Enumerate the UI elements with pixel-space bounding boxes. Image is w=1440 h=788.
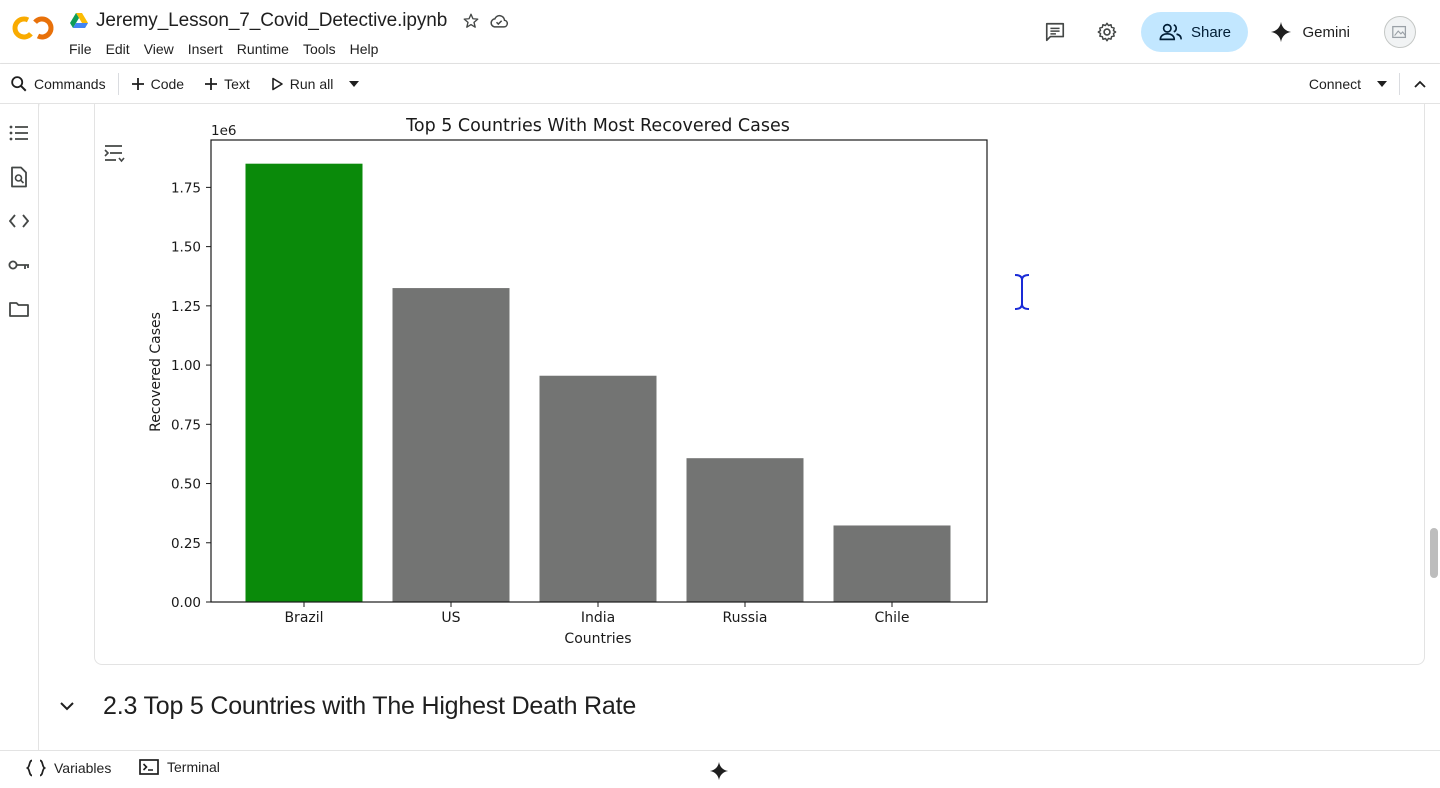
chevron-up-icon bbox=[1414, 80, 1426, 88]
notebook-toolbar: Commands Code Text Run all Connect bbox=[0, 64, 1440, 104]
commands-button[interactable]: Commands bbox=[0, 68, 116, 100]
variables-label: Variables bbox=[54, 760, 112, 776]
account-avatar[interactable] bbox=[1384, 16, 1416, 48]
run-all-button[interactable]: Run all bbox=[260, 68, 344, 100]
bar-india bbox=[539, 375, 657, 602]
x-tick-label-us: US bbox=[441, 610, 460, 626]
colab-logo[interactable] bbox=[12, 14, 54, 42]
y-tick-label: 1.00 bbox=[171, 358, 201, 374]
output-actions-icon[interactable] bbox=[102, 142, 128, 166]
collapse-section-chevron-icon[interactable] bbox=[54, 693, 80, 719]
y-tick-label: 0.75 bbox=[171, 417, 201, 433]
terminal-icon bbox=[139, 759, 159, 775]
y-tick-label: 0.00 bbox=[171, 595, 201, 611]
run-all-label: Run all bbox=[289, 75, 334, 92]
x-axis-label: Countries bbox=[564, 631, 631, 647]
left-sidebar bbox=[0, 104, 39, 750]
comments-icon[interactable] bbox=[1035, 12, 1075, 52]
star-icon[interactable] bbox=[461, 11, 481, 31]
add-text-label: Text bbox=[224, 75, 250, 92]
table-of-contents-icon[interactable] bbox=[7, 121, 31, 145]
gemini-spark-icon bbox=[1271, 21, 1292, 43]
code-snippets-icon[interactable] bbox=[7, 209, 31, 233]
run-options-dropdown[interactable] bbox=[343, 68, 365, 100]
add-code-button[interactable]: Code bbox=[121, 68, 194, 100]
y-tick-label: 1.50 bbox=[171, 240, 201, 256]
y-axis-label: Recovered Cases bbox=[148, 312, 164, 432]
bar-us bbox=[392, 288, 510, 602]
add-code-label: Code bbox=[150, 75, 185, 92]
x-tick-label-russia: Russia bbox=[722, 610, 767, 626]
menu-tools[interactable]: Tools bbox=[296, 38, 343, 60]
gemini-label: Gemini bbox=[1302, 23, 1350, 41]
menu-bar: File Edit View Insert Runtime Tools Help bbox=[62, 38, 385, 60]
settings-gear-icon[interactable] bbox=[1087, 12, 1127, 52]
menu-view[interactable]: View bbox=[137, 38, 181, 60]
menu-file[interactable]: File bbox=[62, 38, 99, 60]
terminal-label: Terminal bbox=[167, 759, 220, 775]
collapse-header-button[interactable] bbox=[1402, 68, 1440, 100]
variables-button[interactable]: Variables bbox=[26, 759, 111, 777]
chart-title: Top 5 Countries With Most Recovered Case… bbox=[405, 116, 790, 136]
plus-icon bbox=[205, 77, 218, 90]
menu-edit[interactable]: Edit bbox=[99, 38, 137, 60]
search-icon bbox=[11, 75, 27, 91]
notebook-title[interactable]: Jeremy_Lesson_7_Covid_Detective.ipynb bbox=[96, 10, 447, 32]
text-cursor-icon bbox=[1012, 272, 1032, 317]
connect-button[interactable]: Connect bbox=[1299, 76, 1367, 92]
caret-down-icon bbox=[349, 80, 360, 87]
braces-icon bbox=[26, 759, 46, 777]
add-text-button[interactable]: Text bbox=[194, 68, 260, 100]
toolbar-divider bbox=[1399, 73, 1400, 95]
toolbar-right: Connect bbox=[1299, 64, 1440, 104]
bottom-status-bar: Variables Terminal bbox=[0, 750, 1440, 788]
top-right-actions: Share Gemini bbox=[1035, 0, 1440, 64]
commands-label: Commands bbox=[34, 75, 106, 92]
caret-down-icon bbox=[1377, 81, 1387, 87]
plus-icon bbox=[131, 77, 144, 90]
section-title[interactable]: 2.3 Top 5 Countries with The Highest Dea… bbox=[103, 692, 636, 721]
files-folder-icon[interactable] bbox=[7, 297, 31, 321]
gemini-spark-icon[interactable] bbox=[709, 761, 729, 781]
cloud-saved-icon[interactable] bbox=[489, 11, 509, 31]
x-tick-label-chile: Chile bbox=[874, 610, 909, 626]
share-label: Share bbox=[1190, 23, 1231, 41]
gemini-button[interactable]: Gemini bbox=[1270, 12, 1350, 52]
section-heading: 2.3 Top 5 Countries with The Highest Dea… bbox=[54, 690, 636, 722]
share-button[interactable]: Share bbox=[1141, 12, 1249, 52]
top-bar: Jeremy_Lesson_7_Covid_Detective.ipynb Fi… bbox=[0, 0, 1440, 64]
menu-help[interactable]: Help bbox=[343, 38, 386, 60]
bar-brazil bbox=[245, 163, 363, 602]
title-row: Jeremy_Lesson_7_Covid_Detective.ipynb bbox=[70, 8, 509, 34]
x-tick-label-brazil: Brazil bbox=[284, 610, 323, 626]
menu-runtime[interactable]: Runtime bbox=[230, 38, 296, 60]
y-tick-label: 0.25 bbox=[171, 536, 201, 552]
toolbar-divider bbox=[117, 72, 119, 95]
connect-options-dropdown[interactable] bbox=[1367, 68, 1397, 100]
recovered-cases-bar-chart: Top 5 Countries With Most Recovered Case… bbox=[148, 116, 988, 647]
bar-russia bbox=[686, 458, 804, 602]
x-tick-label-india: India bbox=[581, 610, 615, 626]
find-in-notebook-icon[interactable] bbox=[7, 165, 31, 189]
notebook-main: Top 5 Countries With Most Recovered Case… bbox=[40, 104, 1440, 750]
y-scale-label: 1e6 bbox=[211, 123, 236, 139]
secrets-key-icon[interactable] bbox=[7, 253, 31, 277]
menu-insert[interactable]: Insert bbox=[181, 38, 230, 60]
vertical-scrollbar[interactable] bbox=[1430, 528, 1438, 578]
google-drive-icon bbox=[70, 13, 88, 28]
y-tick-label: 1.25 bbox=[171, 299, 201, 315]
people-icon bbox=[1159, 23, 1182, 41]
y-tick-label: 1.75 bbox=[171, 180, 201, 196]
terminal-button[interactable]: Terminal bbox=[139, 759, 220, 775]
bar-chile bbox=[833, 525, 951, 602]
y-tick-label: 0.50 bbox=[171, 477, 201, 493]
play-icon bbox=[271, 77, 283, 90]
